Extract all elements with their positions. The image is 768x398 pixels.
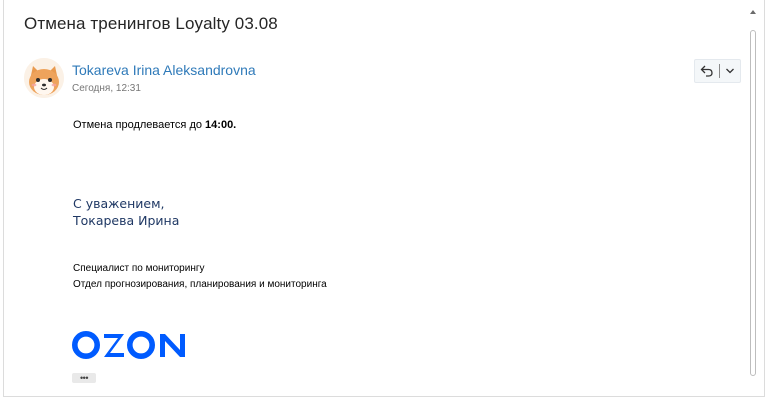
- regards-line: С уважением,: [73, 196, 165, 211]
- ozon-logo: [72, 330, 194, 360]
- avatar[interactable]: [24, 58, 64, 98]
- ozon-logo-image: [72, 331, 185, 359]
- sender-name-link[interactable]: Tokareva Irina Aleksandrovna: [72, 62, 256, 78]
- shiba-dog-avatar-icon: [24, 58, 64, 98]
- reply-button[interactable]: [695, 60, 719, 82]
- scroll-up-arrow-icon[interactable]: [749, 8, 757, 16]
- email-body-text: Отмена продлевается до 14:00.: [73, 119, 236, 131]
- signature-position: Специалист по мониторингу: [73, 263, 205, 274]
- show-quoted-text-button[interactable]: •••: [72, 373, 96, 383]
- signature-name: Токарева Ирина: [73, 213, 180, 228]
- scrollbar-thumb[interactable]: [750, 30, 756, 376]
- signature-department: Отдел прогнозирования, планирования и мо…: [73, 279, 327, 290]
- reply-actions: [694, 59, 741, 83]
- chevron-down-icon: [726, 68, 734, 74]
- body-text-bold: 14:00.: [205, 119, 237, 131]
- signature-regards: С уважением, Токарева Ирина: [73, 195, 179, 229]
- reply-icon: [700, 65, 713, 77]
- body-text-prefix: Отмена продлевается до: [73, 119, 206, 131]
- more-actions-button[interactable]: [720, 60, 740, 82]
- email-subject: Отмена тренингов Loyalty 03.08: [24, 14, 278, 33]
- sent-time: Сегодня, 12:31: [72, 83, 141, 94]
- vertical-scrollbar[interactable]: [749, 8, 757, 376]
